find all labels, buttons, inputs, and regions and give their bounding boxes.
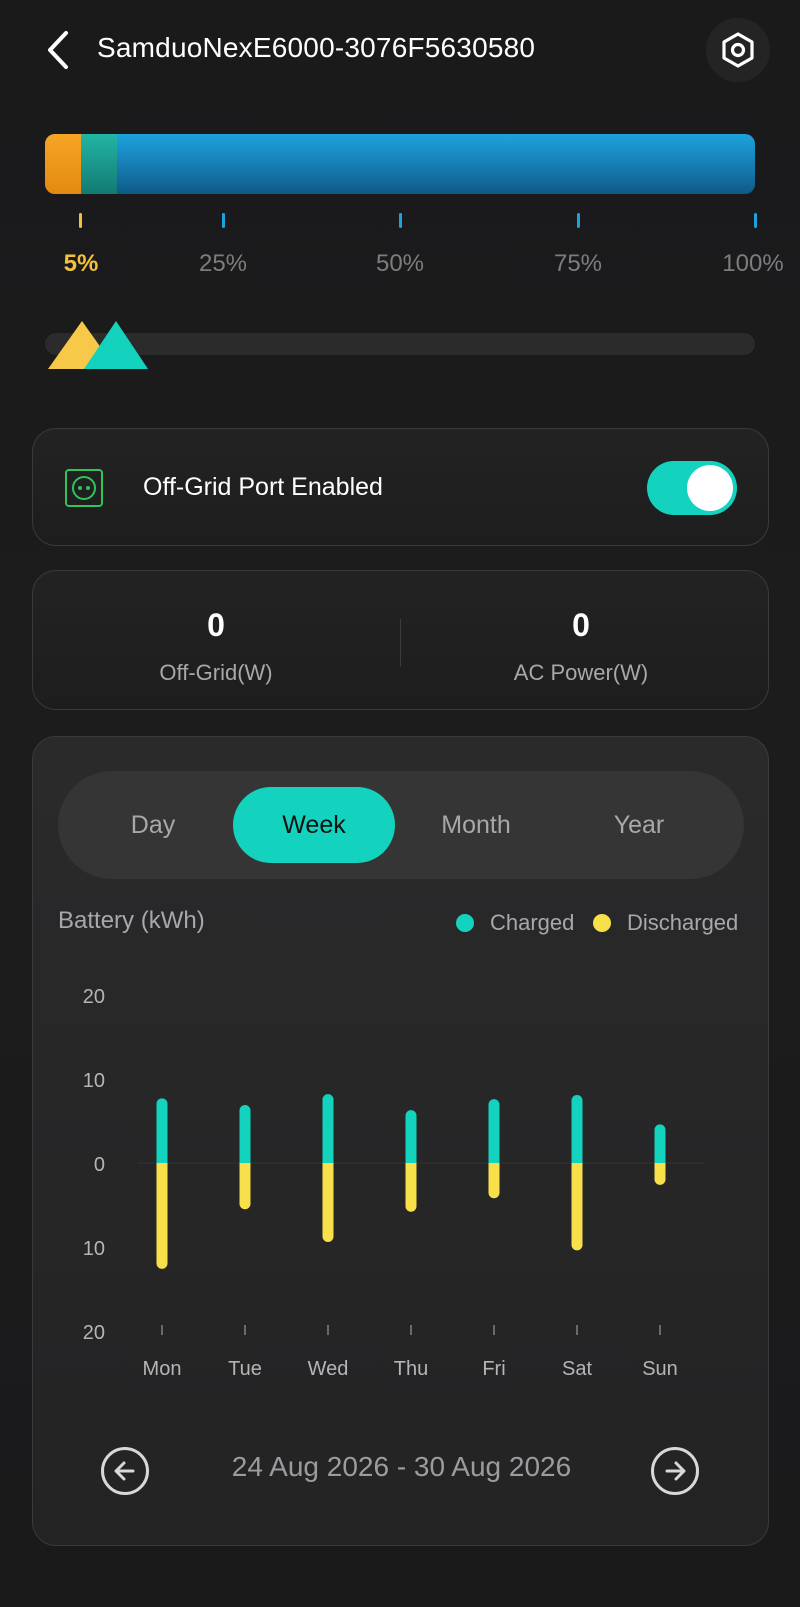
- scale-label-100: 100%: [722, 250, 784, 277]
- bar-charged-base-mon: [156, 1157, 168, 1163]
- bar-charged-mon: [156, 1098, 168, 1163]
- scale-label-75: 75%: [553, 250, 603, 277]
- scale-tick-5: [79, 213, 82, 228]
- off-grid-port-card: Off-Grid Port Enabled: [32, 428, 769, 546]
- x-tick-label-tue: Tue: [228, 1358, 262, 1380]
- bar-discharged-base-sat: [571, 1163, 583, 1169]
- battery-bar-chart: 20 10 0 10 20 Mon Tue Wed Thu Fri Sat Sun: [83, 986, 705, 1380]
- ac-power-label: AC Power(W): [513, 660, 649, 685]
- y-tick-label: 10: [83, 1070, 105, 1092]
- header: SamduoNexE6000-3076F5630580: [0, 0, 800, 100]
- ac-power-stat: 0 AC Power(W): [441, 607, 721, 686]
- limit-slider-track[interactable]: [45, 333, 755, 355]
- device-detail-screen: SamduoNexE6000-3076F5630580 5% 25% 50% 7…: [0, 0, 800, 1607]
- off-grid-port-toggle[interactable]: [647, 461, 737, 515]
- off-grid-power-stat: 0 Off-Grid(W): [76, 607, 356, 686]
- bar-discharged-tue: [239, 1163, 251, 1210]
- power-readout-card: 0 Off-Grid(W) 0 AC Power(W): [32, 570, 769, 710]
- x-tick-label-thu: Thu: [394, 1358, 428, 1380]
- bar-charged-base-sun: [654, 1157, 666, 1163]
- next-week-button[interactable]: [651, 1447, 699, 1495]
- bar-charged-wed: [322, 1094, 334, 1163]
- bar-discharged-base-mon: [156, 1163, 168, 1169]
- bar-charged-base-thu: [405, 1157, 417, 1163]
- x-tick-label-wed: Wed: [308, 1358, 349, 1380]
- discharge-limit-segment: [45, 134, 81, 194]
- back-button[interactable]: [36, 26, 80, 74]
- bar-charged-base-sat: [571, 1157, 583, 1163]
- scale-label-50: 50%: [375, 250, 425, 277]
- bar-discharged-base-thu: [405, 1163, 417, 1169]
- battery-level-bar: [45, 134, 755, 194]
- bar-charged-base-fri: [488, 1157, 500, 1163]
- off-grid-power-value: 0: [207, 607, 225, 643]
- bar-discharged-base-fri: [488, 1163, 500, 1169]
- bar-discharged-thu: [405, 1163, 417, 1212]
- bar-discharged-wed: [322, 1163, 334, 1242]
- bar-charged-fri: [488, 1099, 500, 1163]
- scale-tick-25: [222, 213, 225, 228]
- y-tick-label: 10: [83, 1238, 105, 1260]
- x-tick-label-sun: Sun: [642, 1358, 678, 1380]
- bar-discharged-base-tue: [239, 1163, 251, 1169]
- off-grid-port-label: Off-Grid Port Enabled: [143, 473, 383, 501]
- scale-tick-100: [754, 213, 757, 228]
- off-grid-power-label: Off-Grid(W): [159, 660, 273, 685]
- scale-tick-50: [399, 213, 402, 228]
- bar-discharged-base-wed: [322, 1163, 334, 1169]
- stat-divider: [400, 619, 401, 667]
- scale-label-25: 25%: [198, 250, 248, 277]
- page-title: SamduoNexE6000-3076F5630580: [97, 32, 536, 63]
- bar-charged-tue: [239, 1105, 251, 1163]
- scale-label-5: 5%: [63, 250, 99, 277]
- bar-charged-thu: [405, 1110, 417, 1163]
- x-tick-label-sat: Sat: [562, 1358, 592, 1380]
- scale-tick-75: [577, 213, 580, 228]
- bar-discharged-base-sun: [654, 1163, 666, 1169]
- bar-charged-base-tue: [239, 1157, 251, 1163]
- backup-reserve-handle[interactable]: [84, 321, 148, 369]
- y-tick-label: 20: [83, 986, 105, 1008]
- y-tick-label: 20: [83, 1322, 105, 1344]
- arrow-right-circle-icon: [665, 1461, 686, 1481]
- bar-discharged-mon: [156, 1163, 168, 1269]
- hex-nut-icon: [722, 32, 754, 68]
- x-tick-label-mon: Mon: [143, 1358, 182, 1380]
- bar-charged-sat: [571, 1094, 583, 1163]
- socket-icon: [65, 469, 103, 507]
- date-navigator: 24 Aug 2026 - 30 Aug 2026: [33, 1437, 770, 1507]
- bar-discharged-sat: [571, 1163, 583, 1251]
- battery-chart-card: Day Week Month Year Battery (kWh) Charge…: [32, 736, 769, 1546]
- x-tick-label-fri: Fri: [482, 1358, 505, 1380]
- y-tick-label: 0: [94, 1154, 105, 1176]
- settings-button[interactable]: [706, 18, 770, 82]
- backup-reserve-segment: [81, 134, 117, 194]
- toggle-knob: [687, 465, 733, 511]
- ac-power-value: 0: [572, 607, 590, 643]
- bar-charged-base-wed: [322, 1157, 334, 1163]
- chevron-left-icon: [48, 31, 68, 69]
